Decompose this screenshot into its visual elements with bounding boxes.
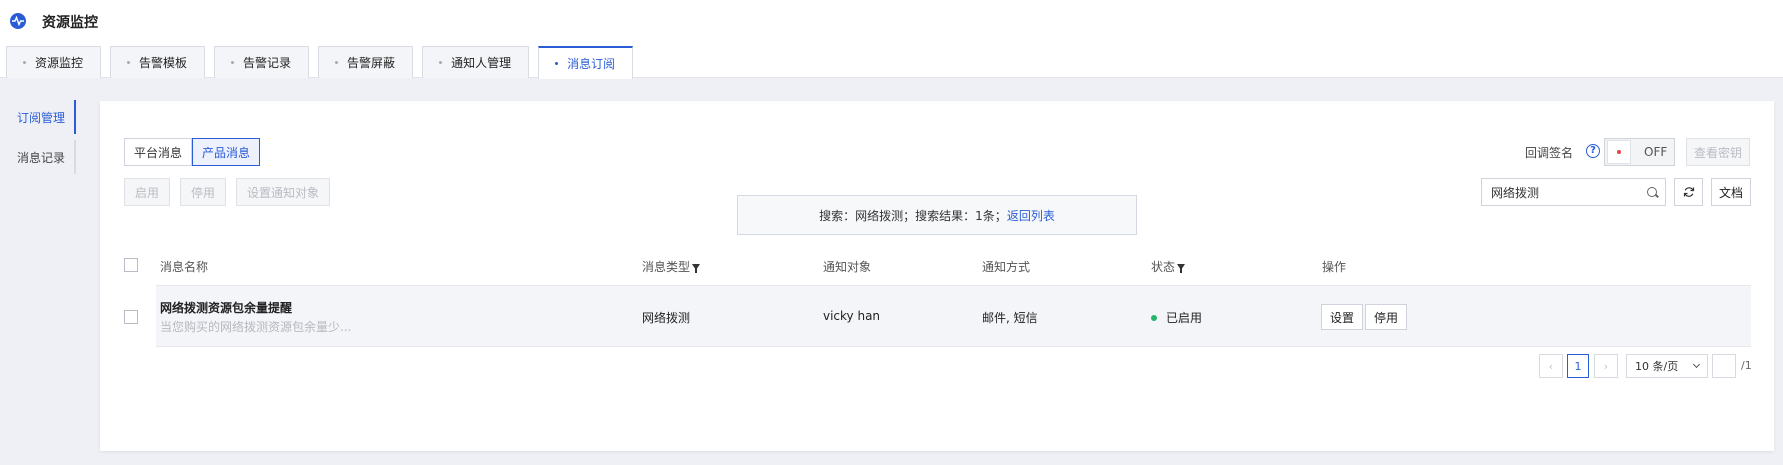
tab-label: 通知人管理 — [451, 56, 512, 70]
column-header-method: 通知方式 — [982, 260, 1031, 274]
tab-label: 告警屏蔽 — [347, 56, 396, 70]
search-result-text: 搜索：网络拨测；搜索结果：1条； — [819, 208, 1007, 223]
tab-label: 告警模板 — [139, 56, 188, 70]
main-panel: 平台消息 产品消息 启用 停用 设置通知对象 回调签名 ? OFF 查看密钥 文… — [100, 101, 1774, 451]
page-title: 资源监控 — [42, 15, 98, 31]
filter-icon[interactable] — [1177, 264, 1186, 273]
chevron-down-icon — [1692, 360, 1701, 369]
toggle-state: OFF — [1644, 145, 1668, 159]
column-header-target: 通知对象 — [823, 260, 872, 274]
set-notify-target-button[interactable]: 设置通知对象 — [236, 178, 331, 206]
help-icon[interactable]: ? — [1586, 144, 1600, 158]
page-size-select[interactable]: 10 条/页 — [1626, 354, 1708, 378]
column-header-ops: 操作 — [1322, 260, 1347, 274]
tab-recipient-management[interactable]: 通知人管理 — [422, 46, 530, 78]
refresh-icon — [1683, 187, 1694, 197]
tab-alarm-mask[interactable]: 告警屏蔽 — [318, 46, 414, 78]
sidebar-item-message-records[interactable]: 消息记录 — [0, 140, 76, 174]
bullet-icon — [335, 61, 339, 64]
notify-target: vicky han — [823, 309, 881, 323]
back-to-list-link[interactable]: 返回列表 — [1007, 207, 1055, 224]
tab-alarm-template[interactable]: 告警模板 — [110, 46, 206, 78]
callback-signature-toggle[interactable]: OFF — [1604, 138, 1675, 166]
next-page-button[interactable]: › — [1594, 354, 1618, 378]
platform-messages-button[interactable]: 平台消息 — [124, 138, 193, 166]
refresh-button[interactable] — [1674, 178, 1703, 206]
search-result-notice: 搜索：网络拨测；搜索结果：1条； 返回列表 — [737, 195, 1137, 235]
bullet-icon — [231, 61, 235, 64]
table-header: 消息名称 消息类型 通知对象 通知方式 状态 操作 — [124, 245, 1751, 285]
table-row: 网络拨测资源包余量提醒 当您购买的网络拨测资源包余量少... 网络拨测 vick… — [156, 285, 1751, 347]
tab-alarm-records[interactable]: 告警记录 — [214, 46, 310, 78]
search-input[interactable] — [1482, 180, 1642, 204]
page-number-current[interactable]: 1 — [1567, 354, 1589, 378]
toggle-knob — [1607, 140, 1631, 164]
enable-button[interactable]: 启用 — [124, 178, 171, 206]
status-dot-icon — [1151, 315, 1157, 321]
select-all-checkbox[interactable] — [124, 258, 138, 272]
column-header-status[interactable]: 状态 — [1151, 258, 1186, 275]
search-icon[interactable] — [1647, 187, 1657, 197]
tab-resource-monitor[interactable]: 资源监控 — [6, 46, 102, 78]
tab-bar: 资源监控 告警模板 告警记录 告警屏蔽 通知人管理 消息订阅 — [6, 46, 642, 79]
settings-button[interactable]: 设置 — [1321, 304, 1364, 330]
total-pages: /1 — [1741, 359, 1752, 372]
bullet-icon — [439, 61, 443, 64]
prev-page-button[interactable]: ‹ — [1539, 354, 1563, 378]
search-box — [1481, 178, 1666, 206]
status-badge: 已启用 — [1151, 309, 1202, 326]
bullet-icon — [127, 61, 131, 64]
column-header-type[interactable]: 消息类型 — [642, 258, 701, 275]
column-header-type-label: 消息类型 — [642, 260, 691, 274]
tab-label: 资源监控 — [35, 56, 84, 70]
tab-label: 消息订阅 — [567, 57, 616, 71]
sidebar-item-label: 订阅管理 — [17, 110, 66, 125]
bullet-icon — [555, 62, 559, 65]
page-size-value: 10 条/页 — [1635, 360, 1679, 373]
docs-button[interactable]: 文档 — [1711, 178, 1751, 206]
product-messages-button[interactable]: 产品消息 — [192, 138, 261, 166]
sidebar-item-subscription-management[interactable]: 订阅管理 — [0, 100, 76, 134]
batch-actions: 启用 停用 设置通知对象 — [124, 178, 340, 206]
notify-method: 邮件, 短信 — [982, 311, 1038, 325]
message-description: 当您购买的网络拨测资源包余量少... — [160, 320, 352, 334]
sidebar: 订阅管理 消息记录 — [0, 100, 76, 174]
status-text: 已启用 — [1166, 311, 1203, 325]
column-header-name: 消息名称 — [160, 260, 209, 274]
column-header-status-label: 状态 — [1151, 260, 1176, 274]
row-checkbox[interactable] — [124, 310, 138, 324]
tab-message-subscription[interactable]: 消息订阅 — [538, 46, 634, 79]
row-disable-button[interactable]: 停用 — [1365, 304, 1408, 330]
callback-signature-label: 回调签名 — [1525, 146, 1574, 160]
sidebar-item-label: 消息记录 — [17, 150, 66, 165]
disable-button[interactable]: 停用 — [180, 178, 227, 206]
filter-icon[interactable] — [692, 264, 701, 273]
top-header: 资源监控 资源监控 告警模板 告警记录 告警屏蔽 通知人管理 消息订阅 — [0, 0, 1783, 79]
view-key-button[interactable]: 查看密钥 — [1686, 138, 1751, 166]
message-type: 网络拨测 — [642, 311, 691, 325]
bullet-icon — [23, 61, 26, 64]
tab-label: 告警记录 — [243, 56, 292, 70]
message-category-switch: 平台消息 产品消息 — [124, 138, 261, 166]
activity-icon — [10, 13, 26, 29]
page-jump-input[interactable] — [1712, 354, 1736, 378]
message-name: 网络拨测资源包余量提醒 — [160, 301, 293, 315]
